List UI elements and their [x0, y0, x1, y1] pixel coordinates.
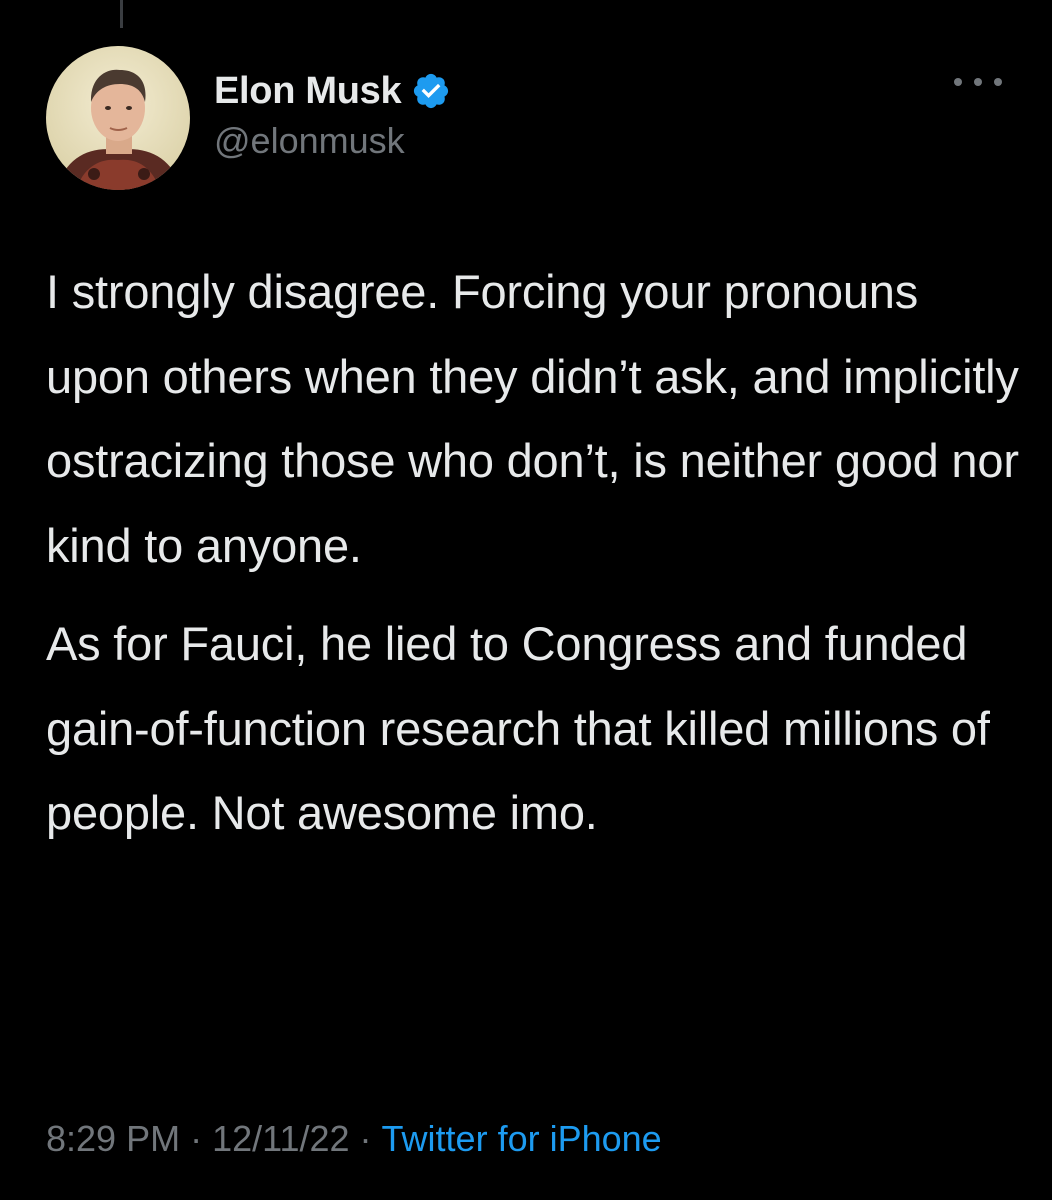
author-handle[interactable]: @elonmusk: [214, 120, 451, 162]
author-names: Elon Musk @elonmusk: [214, 66, 451, 162]
thread-connector-line: [120, 0, 123, 28]
avatar[interactable]: [46, 46, 190, 190]
more-dot: [954, 78, 962, 86]
tweet-paragraph: I strongly disagree. Forcing your pronou…: [46, 265, 1019, 572]
more-dot: [974, 78, 982, 86]
tweet-date[interactable]: 12/11/22: [212, 1118, 349, 1159]
more-dot: [994, 78, 1002, 86]
tweet-paragraph: As for Fauci, he lied to Congress and fu…: [46, 617, 990, 839]
display-name[interactable]: Elon Musk: [214, 70, 402, 113]
tweet-text: I strongly disagree. Forcing your pronou…: [46, 250, 1026, 856]
tweet-source-link[interactable]: Twitter for iPhone: [382, 1118, 662, 1159]
display-name-row: Elon Musk: [214, 66, 451, 116]
meta-separator: ·: [190, 1118, 203, 1159]
tweet-time[interactable]: 8:29 PM: [46, 1118, 180, 1159]
tweet-meta: 8:29 PM · 12/11/22 · Twitter for iPhone: [46, 1118, 662, 1160]
verified-badge-icon: [411, 71, 451, 111]
more-options-icon[interactable]: [954, 72, 1002, 92]
meta-separator: ·: [359, 1118, 372, 1159]
avatar-image: [46, 46, 190, 190]
tweet-header: Elon Musk @elonmusk: [46, 46, 1012, 196]
